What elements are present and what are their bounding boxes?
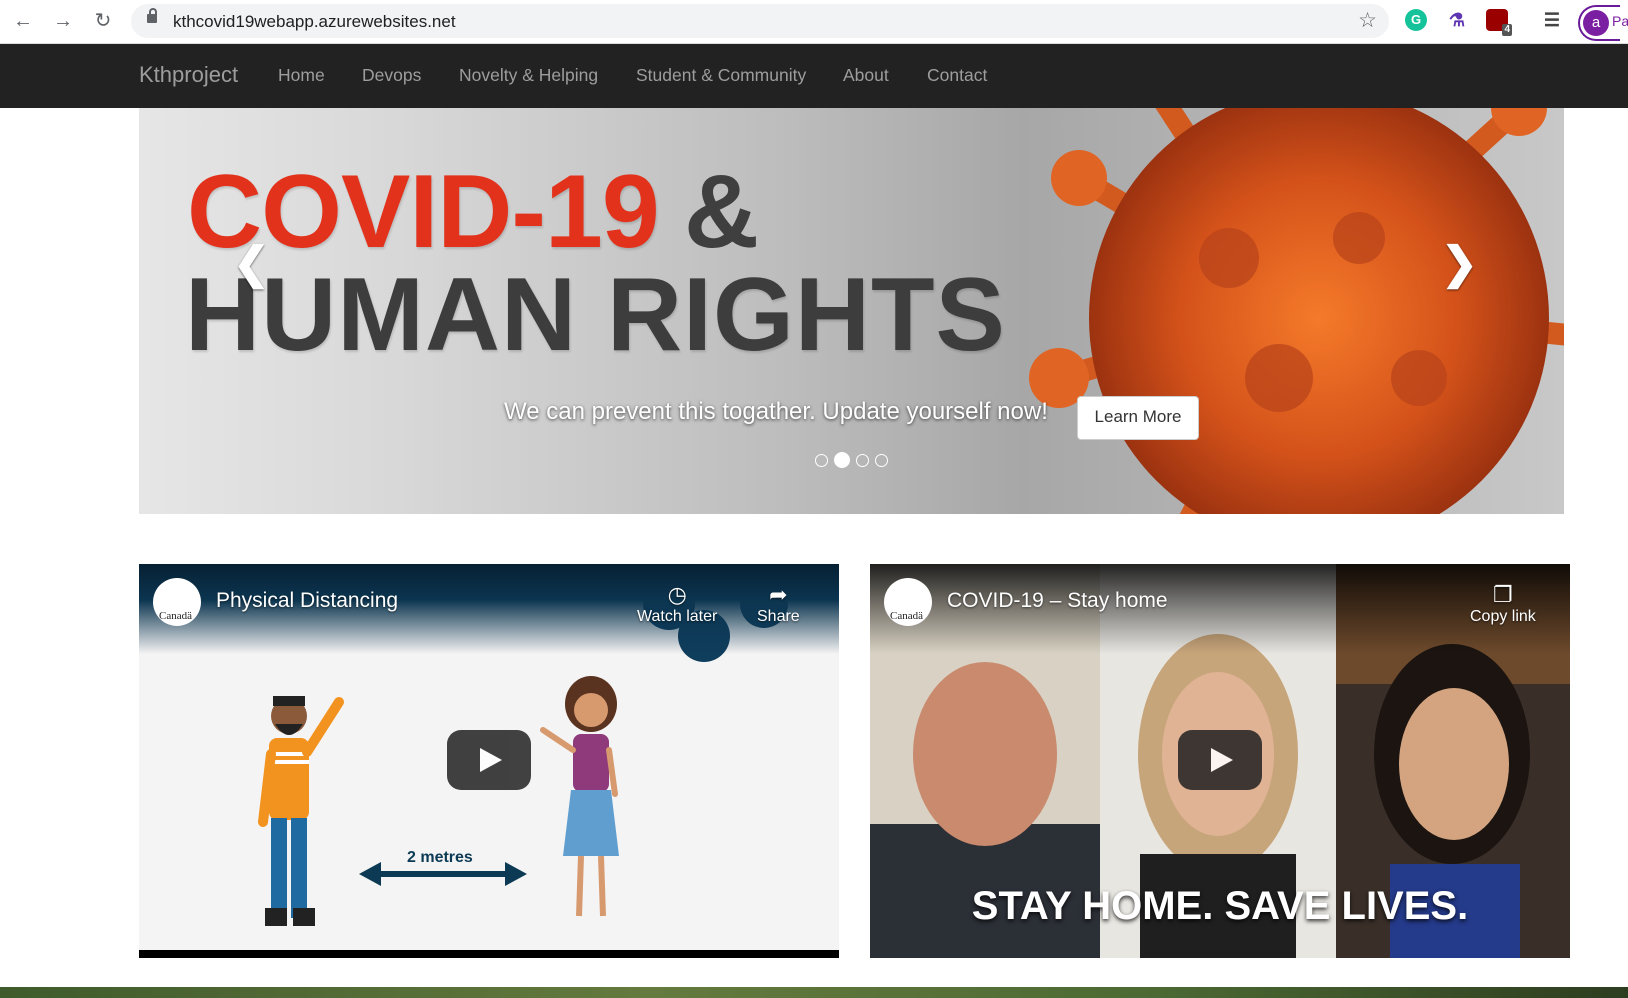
video-embed-physical-distancing[interactable]: Canadä Physical Distancing ◷ Watch later… — [139, 564, 839, 958]
profile-label: Pa — [1612, 13, 1628, 29]
navbar-brand[interactable]: Kthproject — [139, 62, 238, 88]
grammarly-extension-icon[interactable]: G — [1405, 9, 1427, 31]
clock-icon: ◷ — [667, 582, 687, 607]
nav-item-about[interactable]: About — [843, 65, 889, 86]
learn-more-button[interactable]: Learn More — [1077, 396, 1199, 440]
site-navbar: Kthproject Home Devops Novelty & Helping… — [0, 44, 1628, 108]
share-label: Share — [757, 608, 800, 625]
reload-icon[interactable]: ↻ — [90, 8, 116, 34]
watch-later-label: Watch later — [637, 608, 718, 625]
ublock-extension-icon[interactable]: 4 — [1486, 9, 1512, 36]
flask-extension-icon[interactable]: ⚗ — [1446, 9, 1468, 31]
back-arrow-icon[interactable]: ← — [10, 8, 36, 34]
bookmark-star-icon[interactable]: ☆ — [1358, 8, 1377, 33]
video-progress-bar[interactable] — [139, 950, 839, 958]
next-section-image-edge — [0, 987, 1628, 998]
nav-item-novelty-helping[interactable]: Novelty & Helping — [459, 65, 598, 86]
forward-arrow-icon[interactable]: → — [50, 8, 76, 34]
video-embed-stay-home[interactable]: Canadä COVID-19 – Stay home ❐ Copy link … — [870, 564, 1570, 958]
channel-logo-text: Canadä — [890, 610, 923, 622]
distance-label: 2 metres — [407, 849, 473, 866]
play-button[interactable] — [1178, 730, 1262, 790]
chevron-right-icon[interactable]: ❯ — [1441, 238, 1478, 289]
profile-button[interactable]: a Pa — [1578, 5, 1628, 41]
url-text[interactable]: kthcovid19webapp.azurewebsites.net — [173, 12, 456, 32]
hero-carousel: COVID-19 & HUMAN RIGHTS ❮ ❯ We can preve… — [139, 108, 1564, 514]
lock-icon — [147, 8, 157, 23]
reading-list-icon[interactable]: ☰ — [1541, 9, 1563, 31]
nav-item-contact[interactable]: Contact — [927, 65, 987, 86]
carousel-indicator[interactable] — [815, 453, 828, 467]
channel-logo[interactable]: Canadä — [884, 578, 932, 626]
copy-link-label: Copy link — [1470, 608, 1536, 625]
browser-toolbar: ← → ↻ kthcovid19webapp.azurewebsites.net… — [0, 0, 1628, 44]
copy-icon: ❐ — [1493, 582, 1513, 607]
carousel-indicator-active[interactable] — [834, 452, 850, 468]
video-title[interactable]: COVID-19 – Stay home — [947, 589, 1168, 613]
headline-ampersand: & — [684, 154, 760, 270]
chevron-left-icon[interactable]: ❮ — [233, 238, 270, 289]
share-button[interactable]: ➦ Share — [757, 582, 800, 626]
nav-item-devops[interactable]: Devops — [362, 65, 421, 86]
share-arrow-icon: ➦ — [769, 582, 788, 607]
channel-logo-text: Canadä — [159, 610, 192, 622]
carousel-indicators — [815, 452, 888, 468]
stay-home-overlay-text: STAY HOME. SAVE LIVES. — [971, 884, 1469, 928]
nav-item-student-community[interactable]: Student & Community — [636, 65, 806, 86]
avatar: a — [1583, 10, 1609, 36]
watch-later-button[interactable]: ◷ Watch later — [637, 582, 717, 626]
copy-link-button[interactable]: ❐ Copy link — [1470, 582, 1536, 626]
headline-human-rights: HUMAN RIGHTS — [185, 257, 1006, 373]
carousel-indicator[interactable] — [875, 453, 888, 467]
play-button[interactable] — [447, 730, 531, 790]
address-bar[interactable]: kthcovid19webapp.azurewebsites.net ☆ — [131, 4, 1389, 38]
carousel-indicator[interactable] — [856, 453, 869, 467]
carousel-caption: We can prevent this togather. Update you… — [504, 398, 1048, 425]
channel-logo[interactable]: Canadä — [153, 578, 201, 626]
video-title[interactable]: Physical Distancing — [216, 589, 398, 613]
extension-badge: 4 — [1502, 24, 1512, 36]
nav-item-home[interactable]: Home — [278, 65, 325, 86]
